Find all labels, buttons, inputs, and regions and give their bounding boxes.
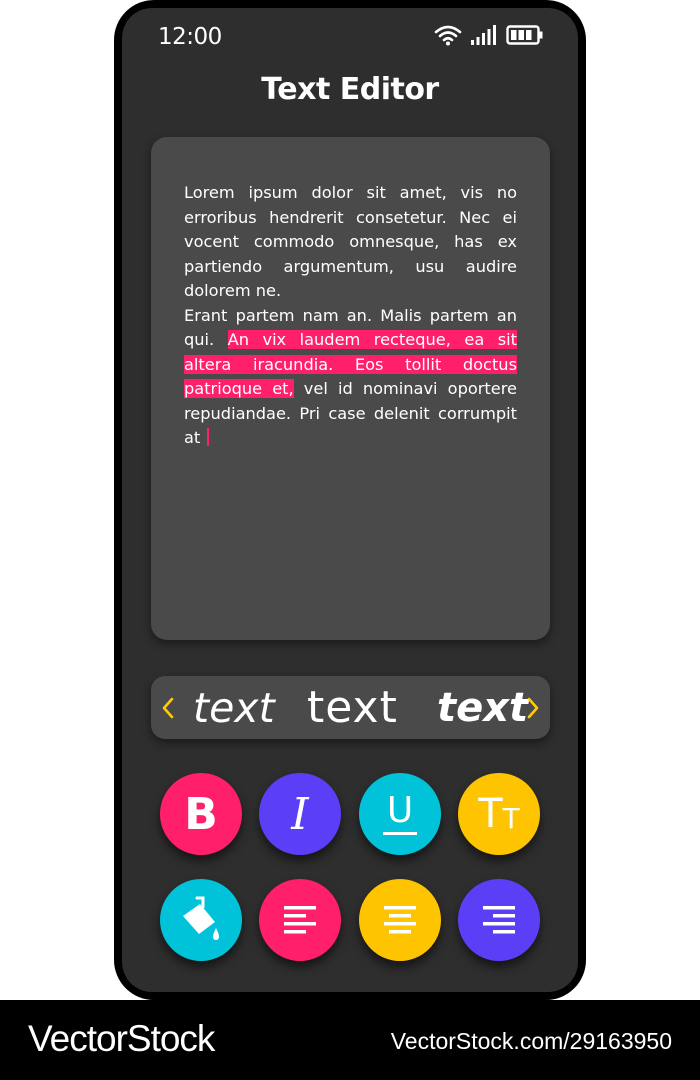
signal-icon <box>471 25 496 45</box>
italic-button[interactable]: I <box>259 773 341 855</box>
fill-color-button[interactable] <box>160 879 242 961</box>
previous-font-button[interactable] <box>153 676 183 739</box>
text-size-label-large: T <box>478 791 503 837</box>
text-editor-area[interactable]: Lorem ipsum dolor sit amet, vis no error… <box>151 137 550 640</box>
paint-bucket-icon <box>183 896 219 940</box>
watermark-footer: VectorStock VectorStock.com/29163950 <box>0 1000 700 1080</box>
align-center-button[interactable] <box>359 879 441 961</box>
status-icons <box>434 24 544 46</box>
battery-icon <box>506 25 543 45</box>
align-left-button[interactable] <box>259 879 341 961</box>
footer-brand: VectorStock <box>28 1018 215 1059</box>
underline-button[interactable]: U <box>359 773 441 855</box>
font-option-italic[interactable]: text <box>193 680 275 736</box>
italic-label: I <box>291 788 309 840</box>
text-size-button[interactable]: TT <box>458 773 540 855</box>
editor-text[interactable]: Lorem ipsum dolor sit amet, vis no error… <box>184 181 517 451</box>
status-time: 12:00 <box>158 24 222 50</box>
underline-label: U <box>386 790 414 831</box>
chevron-right-icon <box>527 697 539 718</box>
text-size-label-small: T <box>502 801 520 835</box>
font-option-bold[interactable]: text <box>437 680 528 736</box>
align-right-button[interactable] <box>458 879 540 961</box>
bold-label: B <box>184 788 218 840</box>
phone-screen: 12:00 Text Editor Lorem ipsum dolor sit … <box>122 8 578 992</box>
underline-bar <box>383 832 417 835</box>
paragraph-1: Lorem ipsum dolor sit amet, vis no error… <box>184 183 517 300</box>
align-center-icon <box>384 906 416 934</box>
wifi-icon <box>434 25 462 46</box>
text-cursor <box>207 428 210 446</box>
align-left-icon <box>284 906 316 934</box>
next-font-button[interactable] <box>518 676 548 739</box>
bold-button[interactable]: B <box>160 773 242 855</box>
chevron-left-icon <box>162 697 174 718</box>
font-option-regular[interactable]: text <box>307 680 398 736</box>
footer-url: VectorStock.com/29163950 <box>390 1028 672 1054</box>
font-style-picker: text text text <box>151 676 550 739</box>
page-title: Text Editor <box>261 72 439 107</box>
align-right-icon <box>483 906 515 934</box>
paragraph-2: Erant partem nam an. Malis partem an qui… <box>184 304 517 451</box>
